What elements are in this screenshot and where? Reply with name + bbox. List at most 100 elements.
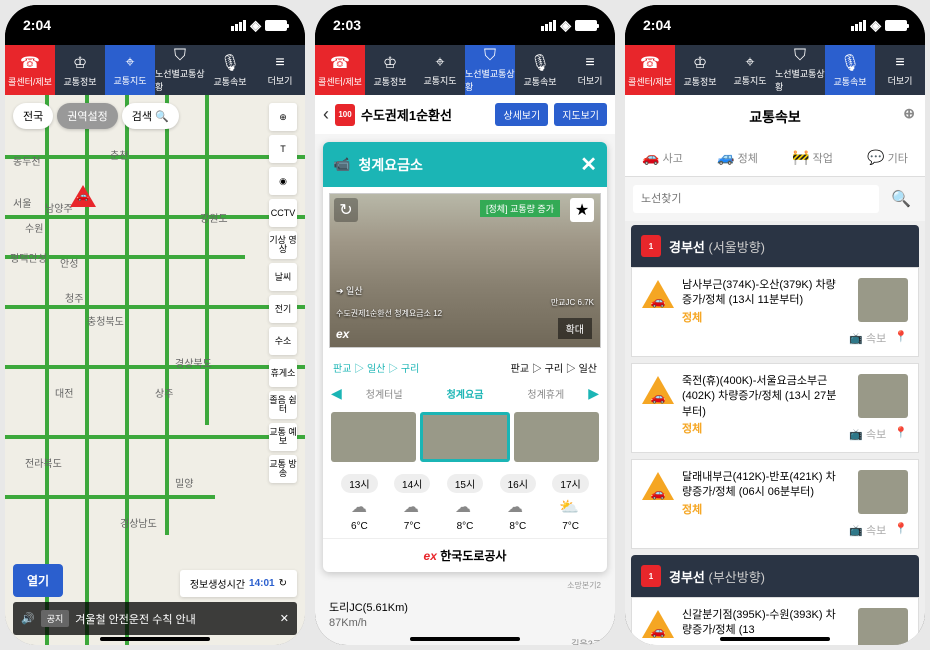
nav-item-4[interactable]: 🎙교통속보 <box>205 45 255 95</box>
page-title-bar: 교통속보 ⊕ <box>625 95 925 139</box>
nav-item-2[interactable]: ⌖교통지도 <box>105 45 155 95</box>
close-icon[interactable]: ✕ <box>280 612 289 625</box>
nav-item-3[interactable]: ⛉노선별교통상황 <box>775 45 825 95</box>
weather-temp: 7°C <box>562 521 579 532</box>
home-indicator[interactable] <box>100 637 210 641</box>
locate-icon[interactable]: ⊕ <box>903 105 915 122</box>
news-icon[interactable]: 📺 속보 <box>849 426 886 442</box>
map-side-button-8[interactable]: 휴게소 <box>269 359 297 387</box>
map-side-button-4[interactable]: 기상 영상 <box>269 231 297 259</box>
cam-prev[interactable]: 청계터널 <box>346 386 423 401</box>
tab-사고[interactable]: 🚗사고 <box>625 139 700 176</box>
nav-icon: ⛉ <box>484 47 496 65</box>
corporation-logo: ex 한국도로공사 <box>323 538 607 572</box>
traffic-status: 정체 <box>682 311 841 326</box>
info-generation-time[interactable]: 정보생성시간 14:01 ↻ <box>180 570 297 597</box>
tab-icon: 🚧 <box>792 149 809 166</box>
cctv-thumbnail[interactable] <box>331 412 416 462</box>
tab-기타[interactable]: 💬기타 <box>850 139 925 176</box>
location-icon[interactable]: 📍 <box>894 522 908 538</box>
notice-bar[interactable]: 🔊 공지 겨울철 안전운전 수칙 안내 ✕ <box>13 602 297 635</box>
route-header[interactable]: 1경부선 (서울방향) <box>631 225 919 267</box>
map-side-button-1[interactable]: T <box>269 135 297 163</box>
battery-icon <box>265 20 287 31</box>
weather-temp: 6°C <box>351 521 368 532</box>
map-side-button-9[interactable]: 졸음 쉼터 <box>269 391 297 419</box>
home-indicator[interactable] <box>720 637 830 641</box>
nav-item-5[interactable]: ≡더보기 <box>565 45 615 95</box>
favorite-star-icon[interactable]: ★ <box>570 198 594 222</box>
nav-item-0[interactable]: ☎콜센터/제보 <box>625 45 675 95</box>
expand-button[interactable]: 확대 <box>558 318 592 339</box>
cam-current[interactable]: 청계요금 <box>427 386 504 401</box>
traffic-card[interactable]: 🚗 남사부근(374K)-오산(379K) 차량증가/정체 (13시 11분부터… <box>631 267 919 357</box>
search-icon[interactable]: 🔍 <box>885 185 917 213</box>
open-button[interactable]: 열기 <box>13 564 63 597</box>
nav-item-2[interactable]: ⌖교통지도 <box>725 45 775 95</box>
cctv-thumbnail[interactable] <box>514 412 599 462</box>
refresh-icon[interactable]: ↻ <box>334 198 358 222</box>
location-icon[interactable]: 📍 <box>894 426 908 442</box>
nav-item-3[interactable]: ⛉노선별교통상황 <box>465 45 515 95</box>
traffic-list[interactable]: 1경부선 (서울방향) 🚗 남사부근(374K)-오산(379K) 차량증가/정… <box>625 221 925 645</box>
news-icon[interactable]: 📺 속보 <box>849 522 886 538</box>
map-background[interactable]: 🚗 춘천 강원도 충청북도 경상북도 대전 상주 밀양 전라북도 경상남도 남양… <box>5 95 305 645</box>
warning-triangle-icon: 🚗 <box>642 610 674 638</box>
traffic-thumbnail[interactable] <box>858 374 908 418</box>
nav-icon: ♔ <box>383 53 397 73</box>
traffic-thumbnail[interactable] <box>858 608 908 645</box>
map-side-button-6[interactable]: 전기 <box>269 295 297 323</box>
city-label: 남양주 <box>45 200 73 215</box>
nearby-cameras: ◀ 청계터널 청계요금 청계휴게 ▶ <box>323 381 607 406</box>
cctv-thumbnail-active[interactable] <box>420 412 511 462</box>
prev-arrow-icon[interactable]: ◀ <box>331 385 342 402</box>
ex-logo: ex <box>336 327 349 341</box>
traffic-card[interactable]: 🚗 달래내부근(412K)-반포(421K) 차량증가/정체 (06시 06분부… <box>631 459 919 549</box>
nav-item-4[interactable]: 🎙교통속보 <box>515 45 565 95</box>
tab-작업[interactable]: 🚧작업 <box>775 139 850 176</box>
search-input[interactable] <box>633 185 879 213</box>
nav-item-0[interactable]: ☎콜센터/제보 <box>5 45 55 95</box>
route-header[interactable]: 1경부선 (부산방향) <box>631 555 919 597</box>
map-side-button-10[interactable]: 교통 예보 <box>269 423 297 451</box>
junction-item[interactable]: 도리JC(5.61Km) 87Km/h <box>315 591 615 637</box>
nav-item-0[interactable]: ☎콜센터/제보 <box>315 45 365 95</box>
location-icon[interactable]: 📍 <box>894 330 908 346</box>
alert-marker[interactable]: 🚗 <box>70 185 96 207</box>
cctv-image[interactable]: ↻ [정체] 교통량 증가 ★ ➔ 일산 만교JC 6.7K 수도권제1순환선 … <box>329 193 601 348</box>
tab-정체[interactable]: 🚙정체 <box>700 139 775 176</box>
traffic-status: 정체 <box>682 503 841 518</box>
map-side-button-3[interactable]: CCTV <box>269 199 297 227</box>
traffic-thumbnail[interactable] <box>858 470 908 514</box>
nav-item-5[interactable]: ≡더보기 <box>255 45 305 95</box>
map-side-button-2[interactable]: ◉ <box>269 167 297 195</box>
traffic-card[interactable]: 🚗 죽전(휴)(400K)-서울요금소부근(402K) 차량증가/정체 (13시… <box>631 363 919 453</box>
close-icon[interactable]: ✕ <box>580 152 597 177</box>
pill-nationwide[interactable]: 전국 <box>13 103 53 129</box>
cloud-icon: ☁ <box>351 497 367 517</box>
nav-item-5[interactable]: ≡더보기 <box>875 45 925 95</box>
nav-item-3[interactable]: ⛉노선별교통상황 <box>155 45 205 95</box>
home-indicator[interactable] <box>410 637 520 641</box>
cloud-icon: ☁ <box>455 497 471 517</box>
traffic-thumbnail[interactable] <box>858 278 908 322</box>
map-side-button-11[interactable]: 교통 방송 <box>269 455 297 483</box>
news-icon[interactable]: 📺 속보 <box>849 330 886 346</box>
detail-button[interactable]: 상세보기 <box>495 103 548 126</box>
nav-item-1[interactable]: ♔교통정보 <box>365 45 415 95</box>
map-side-button-5[interactable]: 날씨 <box>269 263 297 291</box>
pill-region[interactable]: 권역설정 <box>57 103 117 129</box>
nav-item-4[interactable]: 🎙교통속보 <box>825 45 875 95</box>
nav-item-1[interactable]: ♔교통정보 <box>675 45 725 95</box>
mapview-button[interactable]: 지도보기 <box>554 103 607 126</box>
map-side-button-0[interactable]: ⊕ <box>269 103 297 131</box>
next-arrow-icon[interactable]: ▶ <box>588 385 599 402</box>
weather-time: 13시 <box>341 474 377 493</box>
cam-next[interactable]: 청계휴게 <box>507 386 584 401</box>
nav-item-1[interactable]: ♔교통정보 <box>55 45 105 95</box>
nav-item-2[interactable]: ⌖교통지도 <box>415 45 465 95</box>
map-side-button-7[interactable]: 수소 <box>269 327 297 355</box>
pill-search[interactable]: 검색 🔍 <box>122 103 179 129</box>
back-arrow-icon[interactable]: ‹ <box>323 104 329 125</box>
nav-icon: ⌖ <box>435 54 444 72</box>
